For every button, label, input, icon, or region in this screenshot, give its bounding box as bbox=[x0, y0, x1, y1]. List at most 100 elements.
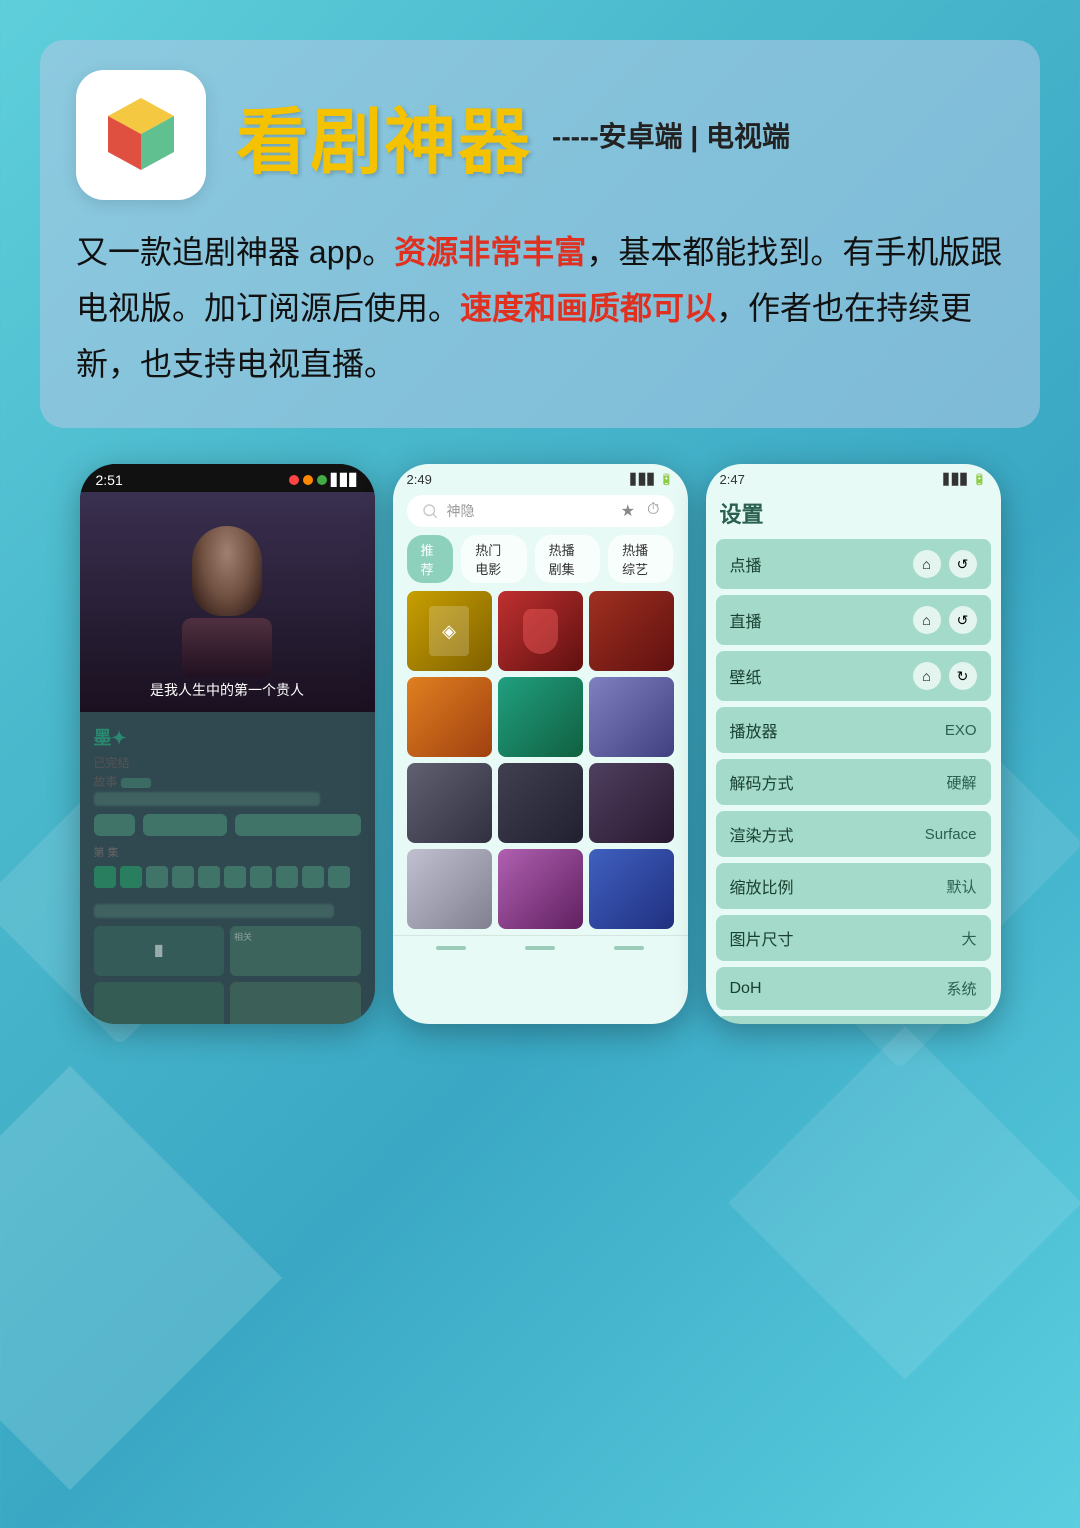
status-icon-3 bbox=[317, 475, 327, 485]
ep-dot bbox=[172, 866, 194, 888]
search-actions: ★ ⏱ bbox=[621, 501, 660, 521]
subtitle: 是我人生中的第一个贵人 bbox=[80, 680, 375, 700]
star-icon[interactable]: ★ bbox=[621, 501, 635, 521]
movie-item-8[interactable] bbox=[498, 763, 583, 843]
nav-dot-3 bbox=[614, 946, 644, 950]
settings-value-5: 硬解 bbox=[946, 772, 976, 793]
battery-icon: 🔋 bbox=[660, 473, 674, 486]
battery-3: 🔋 bbox=[973, 473, 987, 486]
thumb-grid: ▐▌ 相关 bbox=[94, 926, 361, 1024]
phone3-status-icons: ▋▊▊ 🔋 bbox=[943, 472, 986, 487]
movie-item-3[interactable] bbox=[589, 591, 674, 671]
movie-grid: ◈ bbox=[393, 591, 688, 929]
phone-video: 2:51 ▋▊▊ 是我人生中的第一个贵人 bbox=[80, 464, 375, 1024]
tabs-row: 推荐 热门电影 热播剧集 热播综艺 bbox=[393, 535, 688, 591]
home-icon-2[interactable]: ⌂ bbox=[913, 606, 941, 634]
movie-item-2[interactable] bbox=[498, 591, 583, 671]
settings-title: 设置 bbox=[706, 491, 1001, 539]
phone2-nav bbox=[393, 935, 688, 956]
settings-label-2: 直播 bbox=[730, 608, 762, 632]
search-bar[interactable]: 神隐 ★ ⏱ bbox=[407, 495, 674, 527]
movie-item-4[interactable] bbox=[407, 677, 492, 757]
phone1-info: 墨✦ 已完结 故事 第 集 bbox=[80, 712, 375, 1024]
settings-item-player[interactable]: 播放器 EXO bbox=[716, 707, 991, 753]
movie-item-5[interactable] bbox=[498, 677, 583, 757]
tab-dramas[interactable]: 热播剧集 bbox=[535, 535, 600, 583]
settings-item-vodplay[interactable]: 点播 ⌂ ↺ bbox=[716, 539, 991, 589]
search-icon bbox=[421, 502, 439, 520]
ep-dot bbox=[198, 866, 220, 888]
movie-item-7[interactable] bbox=[407, 763, 492, 843]
phone2-time: 2:49 bbox=[407, 472, 432, 487]
history-icon-1[interactable]: ↺ bbox=[949, 550, 977, 578]
settings-item-decode[interactable]: 解码方式 硬解 bbox=[716, 759, 991, 805]
movie-item-6[interactable] bbox=[589, 677, 674, 757]
tab-variety[interactable]: 热播综艺 bbox=[608, 535, 673, 583]
show-meta-2: 故事 bbox=[94, 773, 361, 790]
desc-text-1: 又一款追剧神器 app。 bbox=[76, 234, 394, 270]
settings-list: 点播 ⌂ ↺ 直播 ⌂ ↺ 壁纸 bbox=[706, 539, 1001, 1024]
settings-item-scale[interactable]: 缩放比例 默认 bbox=[716, 863, 991, 909]
history-icon-2[interactable]: ↺ bbox=[949, 606, 977, 634]
settings-value-8: 大 bbox=[961, 928, 976, 949]
tab-recommend[interactable]: 推荐 bbox=[407, 535, 454, 583]
ep-dot bbox=[120, 866, 142, 888]
thumb-1: ▐▌ bbox=[94, 926, 225, 976]
signal-text-3: ▋▊▊ bbox=[943, 473, 968, 486]
ep-dot bbox=[302, 866, 324, 888]
settings-label-1: 点播 bbox=[730, 552, 762, 576]
btn-row bbox=[94, 814, 361, 836]
settings-value-4: EXO bbox=[945, 722, 977, 739]
settings-icons-2: ⌂ ↺ bbox=[913, 606, 977, 634]
movie-item-11[interactable] bbox=[498, 849, 583, 929]
info-card: 看剧神器 -----安卓端 | 电视端 又一款追剧神器 app。资源非常丰富，基… bbox=[40, 40, 1040, 428]
episode-label: 第 集 bbox=[94, 844, 361, 860]
history-icon[interactable]: ⏱ bbox=[647, 501, 659, 521]
movie-item-1[interactable]: ◈ bbox=[407, 591, 492, 671]
app-logo bbox=[76, 70, 206, 200]
tab-movies[interactable]: 热门电影 bbox=[461, 535, 526, 583]
platform-label: -----安卓端 | 电视端 bbox=[552, 115, 790, 155]
settings-item-proxy[interactable]: Proxy bbox=[716, 1016, 991, 1024]
video-player: 是我人生中的第一个贵人 bbox=[80, 492, 375, 712]
movie-item-9[interactable] bbox=[589, 763, 674, 843]
meta-blur-2 bbox=[94, 904, 334, 918]
episode-dots bbox=[94, 866, 361, 888]
phone-settings: 2:47 ▋▊▊ 🔋 设置 点播 ⌂ ↺ bbox=[706, 464, 1001, 1024]
search-text: 神隐 bbox=[447, 501, 613, 521]
settings-value-9: 系统 bbox=[946, 978, 976, 999]
settings-icons-1: ⌂ ↺ bbox=[913, 550, 977, 578]
settings-item-render[interactable]: 渲染方式 Surface bbox=[716, 811, 991, 857]
settings-item-live[interactable]: 直播 ⌂ ↺ bbox=[716, 595, 991, 645]
show-title: 墨✦ bbox=[94, 724, 361, 750]
phone3-statusbar: 2:47 ▋▊▊ 🔋 bbox=[706, 464, 1001, 491]
settings-item-imgsize[interactable]: 图片尺寸 大 bbox=[716, 915, 991, 961]
ep-dot bbox=[224, 866, 246, 888]
movie-item-10[interactable] bbox=[407, 849, 492, 929]
phones-section: 2:51 ▋▊▊ 是我人生中的第一个贵人 bbox=[40, 464, 1040, 1024]
settings-label-8: 图片尺寸 bbox=[730, 926, 794, 950]
settings-label-4: 播放器 bbox=[730, 718, 778, 742]
mini-btn-3 bbox=[235, 814, 361, 836]
nav-dot-2 bbox=[525, 946, 555, 950]
settings-icons-3: ⌂ ↻ bbox=[913, 662, 977, 690]
settings-label-7: 缩放比例 bbox=[730, 874, 794, 898]
nav-dot-1 bbox=[436, 946, 466, 950]
description: 又一款追剧神器 app。资源非常丰富，基本都能找到。有手机版跟电视版。加订阅源后… bbox=[76, 224, 1004, 392]
phone1-statusbar: 2:51 ▋▊▊ bbox=[80, 464, 375, 492]
ep-dot bbox=[328, 866, 350, 888]
settings-item-doh[interactable]: DoH 系统 bbox=[716, 967, 991, 1010]
ep-dot bbox=[94, 866, 116, 888]
desc-highlight-2: 速度和画质都可以 bbox=[460, 290, 716, 326]
signal-icon: ▋▊▊ bbox=[630, 473, 655, 486]
movie-item-12[interactable] bbox=[589, 849, 674, 929]
phone-browse: 2:49 ▋▊▊ 🔋 神隐 ★ ⏱ 推荐 bbox=[393, 464, 688, 1024]
mini-btn-2 bbox=[143, 814, 227, 836]
app-title-area: 看剧神器 -----安卓端 | 电视端 bbox=[236, 83, 1004, 188]
refresh-icon-3[interactable]: ↻ bbox=[949, 662, 977, 690]
home-icon-3[interactable]: ⌂ bbox=[913, 662, 941, 690]
settings-item-wallpaper[interactable]: 壁纸 ⌂ ↻ bbox=[716, 651, 991, 701]
app-name: 看剧神器 bbox=[236, 83, 532, 188]
home-icon-1[interactable]: ⌂ bbox=[913, 550, 941, 578]
phone2-statusbar: 2:49 ▋▊▊ 🔋 bbox=[393, 464, 688, 491]
